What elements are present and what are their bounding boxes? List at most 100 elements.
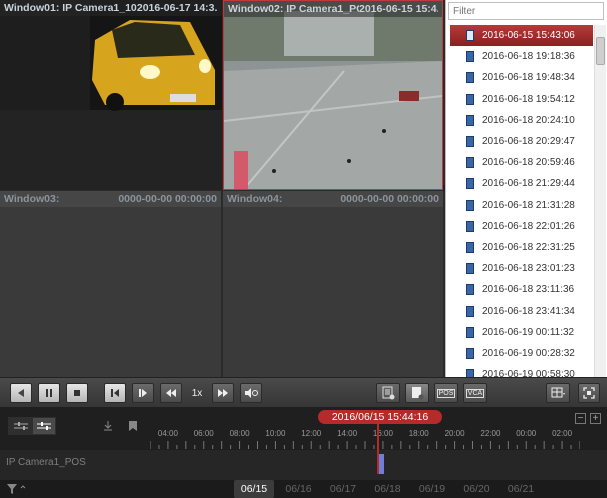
tick-label: 20:00 <box>444 429 465 438</box>
fullscreen-button[interactable] <box>578 383 600 403</box>
pause-button[interactable] <box>38 383 60 403</box>
slow-button[interactable] <box>160 383 182 403</box>
layout-button[interactable] <box>546 383 570 403</box>
file-list-item[interactable]: 2016-06-18 22:31:25 <box>450 237 593 258</box>
file-list-item-label: 2016-06-18 22:31:25 <box>482 241 575 253</box>
file-list-item[interactable]: 2016-06-18 23:01:23 <box>450 258 593 279</box>
bookmark-icon <box>129 421 137 431</box>
date-tab[interactable]: 06/19 <box>412 480 452 498</box>
play-reverse-button[interactable] <box>10 383 32 403</box>
file-list-item-label: 2016-06-18 19:18:36 <box>482 51 575 63</box>
file-list-rows: 2016-06-15 15:43:06 2016-06-18 19:18:36 20… <box>450 25 593 377</box>
tick-label: 10:00 <box>265 429 286 438</box>
file-list-item[interactable]: 2016-06-18 20:59:46 <box>450 152 593 173</box>
file-list-item-label: 2016-06-18 20:24:10 <box>482 114 575 126</box>
capture-button[interactable] <box>405 383 429 403</box>
window-1-name: Window01: IP Camera1_10... <box>4 2 137 14</box>
funnel-icon <box>7 484 26 494</box>
recording-file-list: 2016-06-15 15:43:06 2016-06-18 19:18:36 20… <box>445 0 607 377</box>
date-tab[interactable]: 06/15 <box>234 480 274 498</box>
pos-label: POS <box>436 388 456 398</box>
speed-indicator: 1x <box>191 387 203 399</box>
video-file-icon <box>466 326 474 338</box>
zoom-out-button[interactable]: − <box>575 413 586 424</box>
file-list-item-label: 2016-06-19 00:58:30 <box>482 369 575 377</box>
file-list-item-label: 2016-06-19 00:11:32 <box>482 326 575 338</box>
file-list-item[interactable]: 2016-06-19 00:58:30 <box>450 364 593 377</box>
stop-button[interactable] <box>66 383 88 403</box>
download-button[interactable] <box>376 383 400 403</box>
window-3-name: Window03: <box>4 193 60 205</box>
frame-forward-button[interactable] <box>132 383 154 403</box>
date-tab[interactable]: 06/18 <box>368 480 408 498</box>
volume-icon <box>245 388 258 398</box>
timeline-bookmark-button[interactable] <box>128 420 138 432</box>
window-3-time: 0000-00-00 00:00:00 <box>118 193 217 205</box>
file-list-item[interactable]: 2016-06-15 15:43:06 <box>450 25 593 47</box>
filter-funnel-button[interactable] <box>6 483 28 495</box>
window-4-time: 0000-00-00 00:00:00 <box>340 193 439 205</box>
video-window-1[interactable]: Window01: IP Camera1_10... 2016-06-17 14… <box>0 0 222 190</box>
file-list-item-label: 2016-06-18 23:41:34 <box>482 305 575 317</box>
fast-button[interactable] <box>212 383 234 403</box>
volume-button[interactable] <box>240 383 262 403</box>
fast-icon <box>218 389 228 397</box>
video-window-4[interactable]: Window04: 0000-00-00 00:00:00 <box>223 191 443 377</box>
time-ruler[interactable] <box>150 441 580 449</box>
pos-button[interactable]: POS <box>434 383 458 403</box>
video-file-icon <box>466 305 474 317</box>
playhead-line[interactable] <box>377 424 380 474</box>
tick-label: 04:00 <box>157 429 178 438</box>
file-list-item-label: 2016-06-18 20:59:46 <box>482 157 575 169</box>
file-list-item[interactable]: 2016-06-18 20:24:10 <box>450 110 593 131</box>
file-list-item-label: 2016-06-18 21:31:28 <box>482 199 575 211</box>
window-1-time: 2016-06-17 14:3... <box>136 2 218 14</box>
window-3-title-bar: Window03: 0000-00-00 00:00:00 <box>0 191 221 207</box>
file-list-item-label: 2016-06-19 00:28:32 <box>482 347 575 359</box>
tick-label: 06:00 <box>193 429 214 438</box>
date-tab[interactable]: 06/17 <box>323 480 363 498</box>
recording-segment[interactable] <box>379 454 385 474</box>
date-tab[interactable]: 06/20 <box>457 480 497 498</box>
filter-input[interactable] <box>448 2 604 20</box>
frame-forward-icon <box>139 389 147 397</box>
window-4-title-bar: Window04: 0000-00-00 00:00:00 <box>223 191 443 207</box>
file-list-item[interactable]: 2016-06-18 22:01:26 <box>450 216 593 237</box>
file-list-item[interactable]: 2016-06-18 23:11:36 <box>450 279 593 300</box>
file-list-item[interactable]: 2016-06-18 19:18:36 <box>450 46 593 67</box>
file-list-item[interactable]: 2016-06-19 00:28:32 <box>450 343 593 364</box>
video-window-3[interactable]: Window03: 0000-00-00 00:00:00 <box>0 191 222 377</box>
file-list-item[interactable]: 2016-06-18 19:54:12 <box>450 89 593 110</box>
file-list-item[interactable]: 2016-06-19 00:11:32 <box>450 322 593 343</box>
video-window-2[interactable]: Window02: IP Camera1_POS 2016-06-15 15:4… <box>223 0 443 190</box>
file-list-item-label: 2016-06-18 23:01:23 <box>482 263 575 275</box>
video-file-icon <box>466 30 474 42</box>
file-list-item[interactable]: 2016-06-18 21:29:44 <box>450 173 593 194</box>
pause-icon <box>46 389 52 397</box>
video-file-icon <box>466 51 474 63</box>
file-list-item[interactable]: 2016-06-18 23:41:34 <box>450 300 593 321</box>
vca-button[interactable]: VCA <box>463 383 487 403</box>
timeline-mode-button-2[interactable] <box>33 418 55 434</box>
camera-track[interactable] <box>0 450 607 480</box>
file-list-item[interactable]: 2016-06-18 20:29:47 <box>450 131 593 152</box>
tick-label: 12:00 <box>301 429 322 438</box>
stop-icon <box>74 390 80 396</box>
capture-icon <box>412 387 424 400</box>
timeline-mode-button-1[interactable] <box>10 418 32 434</box>
file-list-item-label: 2016-06-15 15:43:06 <box>482 30 575 42</box>
scrollbar-thumb[interactable] <box>596 37 605 65</box>
download-arrow-icon <box>104 421 112 431</box>
date-tab[interactable]: 06/16 <box>279 480 319 498</box>
file-list-item[interactable]: 2016-06-18 21:31:28 <box>450 195 593 216</box>
zoom-in-button[interactable]: + <box>590 413 601 424</box>
window-2-title-bar: Window02: IP Camera1_POS 2016-06-15 15:4… <box>224 1 442 17</box>
file-list-item-label: 2016-06-18 22:01:26 <box>482 220 575 232</box>
date-tab[interactable]: 06/21 <box>501 480 541 498</box>
window-2-time: 2016-06-15 15:4... <box>359 3 438 15</box>
frame-back-button[interactable] <box>104 383 126 403</box>
file-list-scrollbar[interactable] <box>594 25 606 377</box>
timeline-download-button[interactable] <box>102 420 114 432</box>
file-list-item[interactable]: 2016-06-18 19:48:34 <box>450 67 593 88</box>
video-file-icon <box>466 157 474 169</box>
